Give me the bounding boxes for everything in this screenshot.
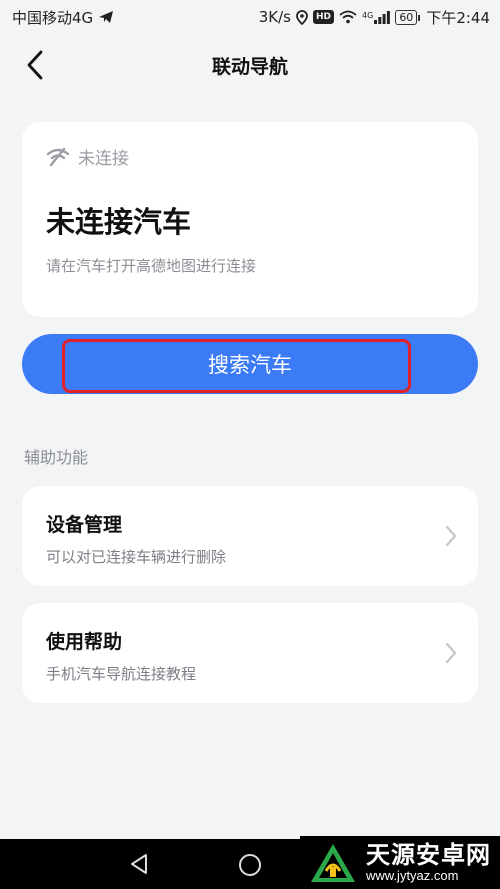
search-car-label: 搜索汽车 (208, 353, 292, 377)
triangle-back-icon (131, 854, 147, 874)
carrier-label: 中国移动4G (12, 8, 94, 27)
status-right: 3K/s HD 4G 60 下午2:44 (259, 7, 490, 28)
connection-status-row: 未连接 (46, 144, 454, 169)
watermark-url: www.jytyaz.com (366, 867, 459, 883)
chevron-left-icon (27, 50, 43, 80)
signal-type: 4G (362, 10, 374, 20)
status-left: 中国移动4G (12, 7, 114, 28)
list-item-description: 手机汽车导航连接教程 (46, 665, 197, 683)
watermark-text: 天源安卓网 www.jytyaz.com (366, 842, 491, 884)
chevron-right-icon (445, 525, 457, 547)
location-icon (296, 9, 308, 25)
usage-help-item[interactable]: 使用帮助 手机汽车导航连接教程 (22, 603, 478, 703)
page-title: 联动导航 (211, 55, 288, 78)
page-header: 联动导航 (0, 40, 500, 90)
connection-status-card: 未连接 未连接汽车 请在汽车打开高德地图进行连接 (22, 122, 478, 317)
nav-home-button[interactable] (238, 853, 262, 881)
watermark-title: 天源安卓网 (366, 840, 491, 869)
disconnected-icon (46, 147, 70, 166)
battery-indicator: 60 (395, 9, 421, 25)
hd-badge: HD (313, 10, 335, 24)
search-car-button[interactable]: 搜索汽车 (22, 334, 478, 394)
chevron-right-icon (445, 642, 457, 664)
watermark: 天源安卓网 www.jytyaz.com (300, 836, 500, 889)
nav-back-button[interactable] (128, 853, 150, 879)
telegram-icon (98, 10, 114, 24)
connection-subtitle: 请在汽车打开高德地图进行连接 (46, 257, 257, 275)
connection-status-label: 未连接 (78, 149, 129, 169)
back-button[interactable] (18, 48, 52, 82)
device-management-item[interactable]: 设备管理 可以对已连接车辆进行删除 (22, 486, 478, 586)
circle-home-icon (239, 854, 261, 876)
section-label: 辅助功能 (24, 448, 89, 467)
status-bar: 中国移动4G 3K/s HD 4G 60 下午2:44 (0, 0, 500, 34)
network-speed: 3K/s (258, 8, 291, 26)
wifi-icon (339, 10, 357, 24)
clock: 下午2:44 (426, 8, 490, 27)
list-item-title: 使用帮助 (46, 631, 123, 653)
connection-title: 未连接汽车 (46, 205, 192, 239)
watermark-logo-icon (308, 841, 358, 885)
list-item-title: 设备管理 (46, 514, 123, 536)
list-item-description: 可以对已连接车辆进行删除 (46, 548, 227, 566)
cellular-signal-icon: 4G (362, 10, 391, 24)
